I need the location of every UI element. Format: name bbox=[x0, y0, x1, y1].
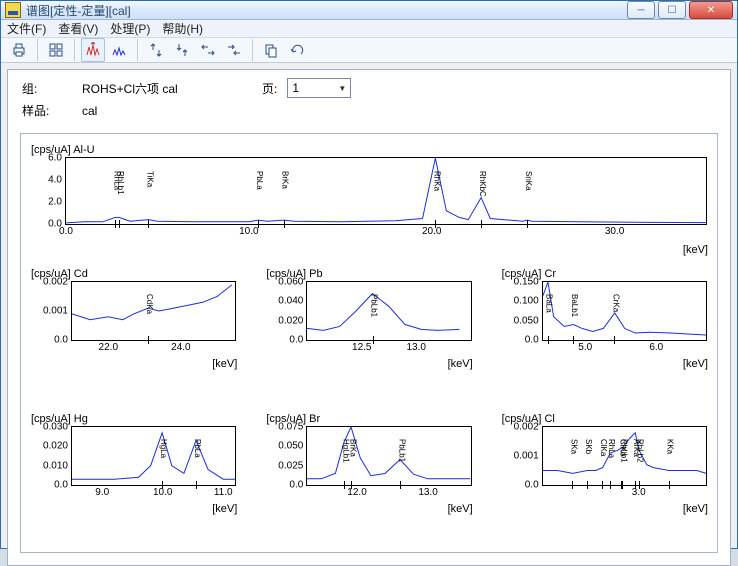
plot-area[interactable]: 0.00.0500.1000.1505.06.0[keV]BaLaBaLb1Cr… bbox=[542, 281, 707, 341]
x-unit: [keV] bbox=[448, 358, 473, 370]
info-header: 组: ROHS+Cl六项 cal 页: 1 ▼ 样品: cal bbox=[8, 70, 730, 127]
minimize-button[interactable]: ─ bbox=[627, 1, 655, 19]
group-label: 组: bbox=[22, 80, 82, 97]
app-window: 谱图[定性-定量][cal] ─ ☐ ✕ 文件(F) 查看(V) 处理(P) 帮… bbox=[0, 0, 738, 549]
x-unit: [keV] bbox=[448, 503, 473, 515]
spectrum-up-icon[interactable] bbox=[81, 38, 105, 62]
grid-view-icon[interactable] bbox=[44, 38, 68, 62]
plot-area[interactable]: 0.02.04.06.00.010.020.030.0[keV]RhLaRhLb… bbox=[65, 157, 707, 225]
undo-icon[interactable] bbox=[285, 38, 309, 62]
menubar: 文件(F) 查看(V) 处理(P) 帮助(H) bbox=[1, 20, 737, 38]
charts-area: [cps/uA] Al-U0.02.04.06.00.010.020.030.0… bbox=[20, 133, 718, 553]
group-value: ROHS+Cl六项 cal bbox=[82, 80, 262, 97]
sample-value: cal bbox=[82, 104, 262, 118]
app-icon bbox=[5, 2, 21, 18]
main-panel: 组: ROHS+Cl六项 cal 页: 1 ▼ 样品: cal [cps/uA]… bbox=[7, 69, 731, 566]
maximize-button[interactable]: ☐ bbox=[658, 1, 686, 19]
toolbar bbox=[1, 38, 737, 63]
chart-hg: [cps/uA] Hg0.00.0100.0200.0309.010.011.0… bbox=[31, 413, 236, 548]
print-icon[interactable] bbox=[7, 38, 31, 62]
zoom-x-in-icon[interactable] bbox=[222, 38, 246, 62]
small-charts-grid: [cps/uA] Cd0.00.0010.00222.024.0[keV]CdK… bbox=[31, 268, 707, 548]
page-value: 1 bbox=[292, 81, 299, 95]
menu-help[interactable]: 帮助(H) bbox=[162, 20, 203, 37]
x-unit: [keV] bbox=[683, 503, 708, 515]
chart-title: [cps/uA] Al-U bbox=[31, 144, 707, 156]
zoom-y-in-icon[interactable] bbox=[170, 38, 194, 62]
chart-cl: [cps/uA] Cl0.00.0010.0023.0[keV] SKa SKb… bbox=[502, 413, 707, 548]
close-button[interactable]: ✕ bbox=[689, 1, 733, 19]
plot-area[interactable]: 0.00.0100.0200.0309.010.011.0[keV]HgLaPb… bbox=[71, 426, 236, 486]
menu-view[interactable]: 查看(V) bbox=[58, 20, 98, 37]
chart-cr: [cps/uA] Cr0.00.0500.1000.1505.06.0[keV]… bbox=[502, 268, 707, 403]
menu-process[interactable]: 处理(P) bbox=[110, 20, 150, 37]
x-unit: [keV] bbox=[212, 503, 237, 515]
zoom-y-out-icon[interactable] bbox=[144, 38, 168, 62]
plot-area[interactable]: 0.00.0200.0400.06012.513.0[keV]PbLb1 bbox=[306, 281, 471, 341]
x-unit: [keV] bbox=[683, 244, 708, 256]
window-buttons: ─ ☐ ✕ bbox=[627, 1, 733, 19]
copy-icon[interactable] bbox=[259, 38, 283, 62]
plot-area[interactable]: 0.00.0010.0023.0[keV] SKa SKbClKaRhLaClK… bbox=[542, 426, 707, 486]
window-title: 谱图[定性-定量][cal] bbox=[26, 2, 627, 19]
page-label: 页: bbox=[262, 80, 277, 97]
chart-br: [cps/uA] Br0.00.0250.0500.07512.013.0[ke… bbox=[266, 413, 471, 548]
plot-area[interactable]: 0.00.0250.0500.07512.013.0[keV]BrKaHgLb1… bbox=[306, 426, 471, 486]
x-unit: [keV] bbox=[212, 358, 237, 370]
zoom-x-out-icon[interactable] bbox=[196, 38, 220, 62]
chevron-down-icon: ▼ bbox=[338, 84, 346, 93]
page-select[interactable]: 1 ▼ bbox=[287, 78, 351, 98]
menu-file[interactable]: 文件(F) bbox=[7, 20, 46, 37]
titlebar: 谱图[定性-定量][cal] ─ ☐ ✕ bbox=[1, 1, 737, 20]
spectrum-down-icon[interactable] bbox=[107, 38, 131, 62]
sample-label: 样品: bbox=[22, 102, 82, 119]
chart-al-u: [cps/uA] Al-U0.02.04.06.00.010.020.030.0… bbox=[31, 144, 707, 262]
chart-pb: [cps/uA] Pb0.00.0200.0400.06012.513.0[ke… bbox=[266, 268, 471, 403]
plot-area[interactable]: 0.00.0010.00222.024.0[keV]CdKa bbox=[71, 281, 236, 341]
chart-cd: [cps/uA] Cd0.00.0010.00222.024.0[keV]CdK… bbox=[31, 268, 236, 403]
x-unit: [keV] bbox=[683, 358, 708, 370]
